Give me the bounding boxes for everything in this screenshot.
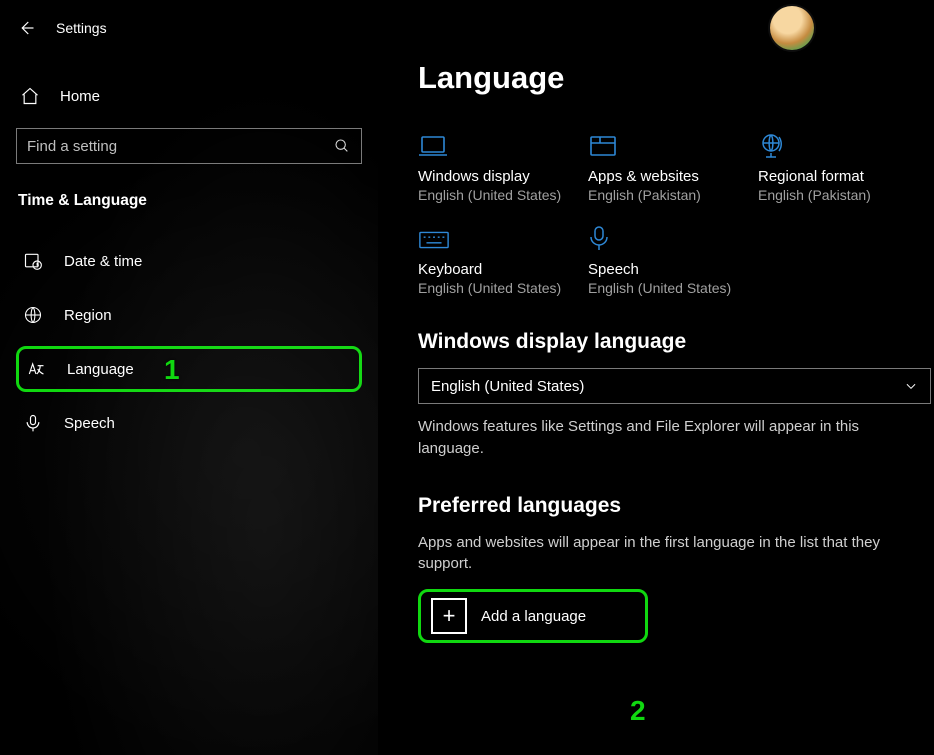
main-panel: Language Windows display English (United…: [378, 0, 934, 755]
language-tile-grid: Windows display English (United States) …: [418, 132, 916, 296]
preferred-languages-heading: Preferred languages: [418, 494, 916, 518]
laptop-icon: [418, 132, 450, 158]
microphone-icon: [22, 412, 44, 434]
window-title: Settings: [56, 20, 107, 36]
microphone-icon: [588, 225, 620, 251]
tile-speech[interactable]: Speech English (United States): [588, 225, 758, 296]
annotation-marker-1: 1: [164, 354, 180, 386]
search-input[interactable]: [27, 138, 333, 155]
sidebar-home[interactable]: Home: [16, 78, 362, 114]
sidebar-item-date-time[interactable]: Date & time: [16, 238, 362, 284]
tile-sublabel: English (Pakistan): [588, 187, 758, 203]
tile-windows-display[interactable]: Windows display English (United States): [418, 132, 588, 203]
add-language-button[interactable]: + Add a language: [418, 589, 648, 643]
tile-sublabel: English (United States): [588, 280, 758, 296]
sidebar-item-label: Language: [67, 361, 134, 378]
preferred-languages-section: Preferred languages Apps and websites wi…: [418, 494, 916, 644]
sidebar-item-label: Speech: [64, 415, 115, 432]
tile-label: Apps & websites: [588, 168, 758, 185]
tile-apps-websites[interactable]: Apps & websites English (Pakistan): [588, 132, 758, 203]
sidebar-category: Time & Language: [16, 192, 362, 210]
add-language-label: Add a language: [481, 608, 586, 625]
search-icon: [333, 137, 351, 155]
tile-sublabel: English (United States): [418, 187, 588, 203]
sidebar-header: Settings: [16, 14, 362, 42]
tile-sublabel: English (Pakistan): [758, 187, 928, 203]
search-box[interactable]: [16, 128, 362, 164]
home-label: Home: [60, 88, 100, 105]
language-letter-icon: [25, 358, 47, 380]
tile-label: Windows display: [418, 168, 588, 185]
sidebar-item-speech[interactable]: Speech: [16, 400, 362, 446]
plus-icon: +: [431, 598, 467, 634]
tile-regional-format[interactable]: Regional format English (Pakistan): [758, 132, 928, 203]
home-icon: [20, 86, 40, 106]
display-language-heading: Windows display language: [418, 330, 916, 354]
sidebar-item-language[interactable]: Language: [16, 346, 362, 392]
page-title: Language: [418, 60, 916, 96]
sidebar-item-region[interactable]: Region: [16, 292, 362, 338]
sidebar-item-label: Date & time: [64, 253, 142, 270]
globe-icon: [22, 304, 44, 326]
annotation-marker-2: 2: [630, 695, 646, 727]
display-language-dropdown[interactable]: English (United States): [418, 368, 931, 404]
sidebar-item-label: Region: [64, 307, 112, 324]
tile-label: Speech: [588, 261, 758, 278]
globe-stand-icon: [758, 132, 790, 158]
tile-label: Regional format: [758, 168, 928, 185]
keyboard-icon: [418, 225, 450, 251]
chevron-down-icon: [904, 379, 918, 393]
tile-label: Keyboard: [418, 261, 588, 278]
avatar[interactable]: [770, 6, 814, 50]
tile-keyboard[interactable]: Keyboard English (United States): [418, 225, 588, 296]
dropdown-selected: English (United States): [431, 378, 584, 395]
arrow-left-icon: [17, 19, 35, 37]
display-language-help: Windows features like Settings and File …: [418, 416, 918, 460]
sidebar: Settings Home Time & Language Date & tim…: [0, 0, 378, 755]
back-button[interactable]: [16, 18, 36, 38]
window-icon: [588, 132, 620, 158]
calendar-clock-icon: [22, 250, 44, 272]
tile-sublabel: English (United States): [418, 280, 588, 296]
preferred-languages-help: Apps and websites will appear in the fir…: [418, 532, 918, 576]
